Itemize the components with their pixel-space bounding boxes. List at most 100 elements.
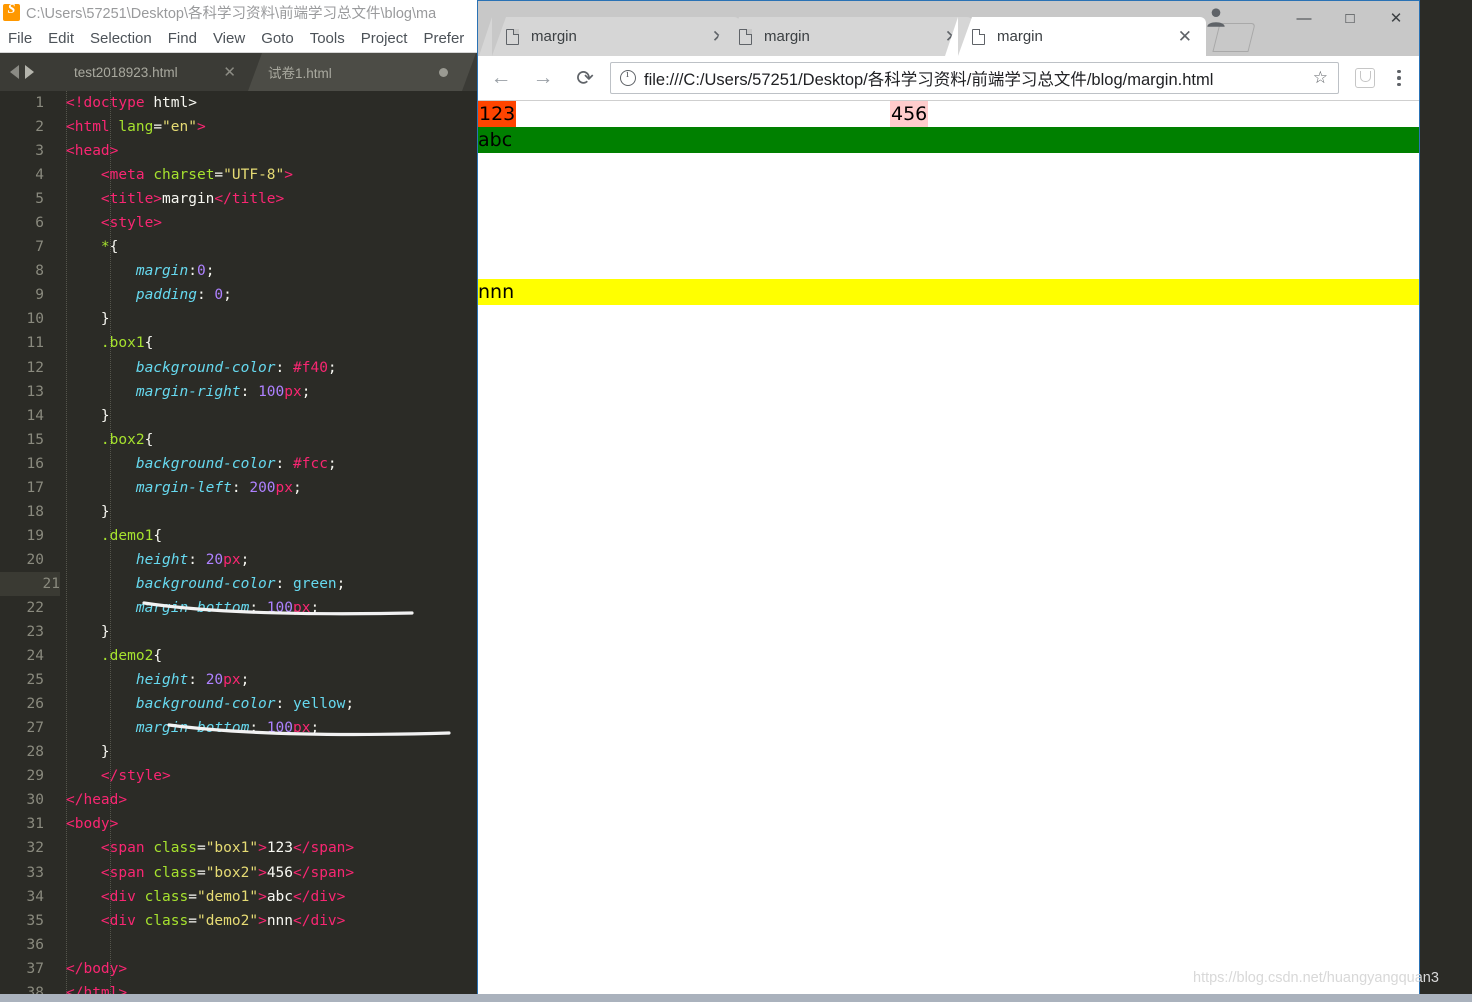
line-number: 38: [26, 984, 44, 994]
tab-nav-arrows[interactable]: [10, 63, 56, 81]
bookmark-star-icon[interactable]: ☆: [1313, 68, 1328, 88]
code-text: <div class="demo2">nnn</div>: [100, 912, 346, 929]
line-number: 34: [26, 888, 44, 905]
menu-item-tools[interactable]: Tools: [302, 30, 353, 47]
code-line[interactable]: 2 <html lang="en">: [0, 115, 477, 139]
code-line[interactable]: 15 .box2{: [0, 428, 477, 452]
code-line[interactable]: 30 </head>: [0, 788, 477, 812]
menu-item-project[interactable]: Project: [353, 30, 416, 47]
code-line[interactable]: 20 height: 20px;: [0, 548, 477, 572]
code-line[interactable]: 6 <style>: [0, 211, 477, 235]
div-demo2-yellow-bar: nnn: [478, 279, 1419, 305]
code-line[interactable]: 24 .demo2{: [0, 644, 477, 668]
code-text: margin-bottom: 100px;: [135, 599, 320, 616]
tab-next-arrow-icon[interactable]: [25, 65, 34, 79]
sublime-logo-icon: [3, 2, 20, 21]
code-line[interactable]: 4 <meta charset="UTF-8">: [0, 163, 477, 187]
browser-tab-2[interactable]: margin ✕: [712, 17, 973, 56]
menu-item-view[interactable]: View: [205, 30, 253, 47]
tab-prev-arrow-icon[interactable]: [10, 65, 19, 79]
page-document-icon: [506, 28, 519, 45]
code-line[interactable]: 19 .demo1{: [0, 524, 477, 548]
profile-avatar-icon[interactable]: [1203, 4, 1229, 30]
menu-item-edit[interactable]: Edit: [40, 30, 82, 47]
code-line[interactable]: 12 background-color: #f40;: [0, 356, 477, 380]
back-arrow-icon[interactable]: ←: [482, 59, 520, 97]
address-bar[interactable]: file:///C:/Users/57251/Desktop/各科学习资料/前端…: [610, 62, 1339, 94]
code-line[interactable]: 3 <head>: [0, 139, 477, 163]
menu-item-goto[interactable]: Goto: [253, 30, 302, 47]
code-line[interactable]: 34 <div class="demo1">abc</div>: [0, 885, 477, 909]
code-line[interactable]: 7 *{: [0, 235, 477, 259]
code-line[interactable]: 18 }: [0, 500, 477, 524]
forward-arrow-icon[interactable]: →: [524, 59, 562, 97]
watermark-text: https://blog.csdn.net/huangyangquan3: [1193, 970, 1439, 986]
code-line[interactable]: 13 margin-right: 100px;: [0, 380, 477, 404]
code-line[interactable]: 16 background-color: #fcc;: [0, 452, 477, 476]
code-editor-area[interactable]: 1 <!doctype html> 2 <html lang="en"> 3 <head>…: [0, 91, 477, 994]
code-text: *{: [100, 239, 119, 256]
extension-shield-icon[interactable]: [1355, 68, 1375, 88]
code-line[interactable]: 5 <title>margin</title>: [0, 187, 477, 211]
close-window-button[interactable]: ✕: [1373, 1, 1419, 35]
window-controls[interactable]: — □ ✕: [1281, 1, 1419, 35]
code-line[interactable]: 26 background-color: yellow;: [0, 692, 477, 716]
code-line[interactable]: 9 padding: 0;: [0, 283, 477, 307]
line-number: 35: [26, 912, 44, 929]
code-line[interactable]: 10 }: [0, 307, 477, 331]
code-line[interactable]: 8 margin:0;: [0, 259, 477, 283]
line-number: 31: [26, 816, 44, 833]
line-number: 29: [26, 768, 44, 785]
code-line[interactable]: 11 .box1{: [0, 331, 477, 355]
code-line[interactable]: 23 }: [0, 620, 477, 644]
code-text: margin-right: 100px;: [135, 383, 311, 400]
close-icon[interactable]: ✕: [223, 63, 236, 81]
editor-tab-bar: test2018923.html ✕ 试卷1.html: [0, 53, 477, 91]
code-line[interactable]: 35 <div class="demo2">nnn</div>: [0, 909, 477, 933]
code-text: background-color: #f40;: [135, 359, 337, 376]
address-bar-url[interactable]: file:///C:/Users/57251/Desktop/各科学习资料/前端…: [644, 66, 1313, 90]
line-number: 28: [26, 744, 44, 761]
code-line[interactable]: 17 margin-left: 200px;: [0, 476, 477, 500]
code-text: <!doctype html>: [66, 95, 197, 111]
tab-shape-left: [945, 17, 958, 56]
menu-item-file[interactable]: File: [0, 30, 40, 47]
browser-tab-3-active[interactable]: margin ✕: [945, 17, 1206, 56]
code-line[interactable]: 31 <body>: [0, 812, 477, 836]
code-line[interactable]: 25 height: 20px;: [0, 668, 477, 692]
editor-tab-shijuan1[interactable]: 试卷1.html: [248, 53, 476, 91]
code-line[interactable]: 32 <span class="box1">123</span>: [0, 836, 477, 860]
code-line[interactable]: 36: [0, 933, 477, 957]
code-text: .demo1{: [100, 527, 163, 544]
menu-item-selection[interactable]: Selection: [82, 30, 160, 47]
line-number: 14: [26, 407, 44, 424]
code-line[interactable]: 28 }: [0, 740, 477, 764]
browser-tab-1[interactable]: margin ✕: [479, 17, 740, 56]
code-lines[interactable]: 1 <!doctype html> 2 <html lang="en"> 3 <head>…: [0, 91, 477, 994]
menu-item-find[interactable]: Find: [160, 30, 205, 47]
browser-tab-title: margin: [531, 28, 577, 45]
reload-icon[interactable]: ⟳: [566, 59, 604, 97]
minimize-button[interactable]: —: [1281, 1, 1327, 35]
code-line[interactable]: 37 </body>: [0, 957, 477, 981]
menu-item-preferences[interactable]: Prefer: [415, 30, 472, 47]
code-line[interactable]: 27 margin-bottom: 100px;: [0, 716, 477, 740]
maximize-button[interactable]: □: [1327, 1, 1373, 35]
browser-tab-title: margin: [764, 28, 810, 45]
code-line[interactable]: 21 background-color: green;: [0, 571, 477, 596]
code-line[interactable]: 22 margin-bottom: 100px;: [0, 596, 477, 620]
code-line[interactable]: 14 }: [0, 404, 477, 428]
close-icon[interactable]: ✕: [1178, 28, 1192, 45]
editor-menu-bar[interactable]: File Edit Selection Find View Goto Tools…: [0, 24, 477, 53]
page-document-icon: [972, 28, 985, 45]
unsaved-dot-icon[interactable]: [439, 67, 448, 77]
page-info-icon[interactable]: [620, 68, 636, 86]
line-number: 27: [26, 720, 44, 737]
code-line[interactable]: 29 </style>: [0, 764, 477, 788]
code-text: <meta charset="UTF-8">: [100, 167, 293, 184]
chrome-menu-icon[interactable]: [1385, 69, 1413, 87]
editor-tab-test2018923[interactable]: test2018923.html ✕: [68, 53, 248, 91]
code-line[interactable]: 33 <span class="box2">456</span>: [0, 861, 477, 885]
code-line[interactable]: 38 </html>: [0, 981, 477, 994]
code-line[interactable]: 1 <!doctype html>: [0, 91, 477, 115]
